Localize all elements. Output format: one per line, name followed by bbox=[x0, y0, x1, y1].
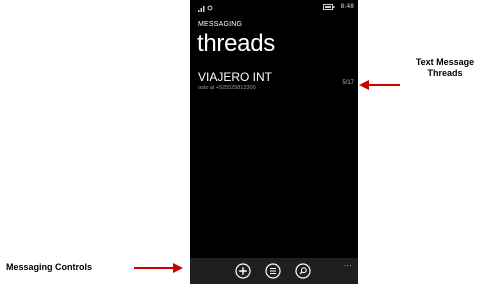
app-bar: ... bbox=[190, 258, 358, 284]
page-title: threads bbox=[197, 30, 275, 57]
callout-messaging-controls: Messaging Controls bbox=[6, 262, 93, 272]
more-button[interactable]: ... bbox=[344, 259, 352, 268]
arrow-left-icon bbox=[359, 80, 400, 90]
thread-name: VIAJERO INT bbox=[198, 70, 273, 84]
app-title: MESSAGING bbox=[198, 21, 243, 28]
arrow-right-icon bbox=[134, 263, 183, 273]
callout-text-message-threads: Text Message Threads bbox=[415, 57, 475, 78]
status-right: 8:48 bbox=[322, 3, 354, 10]
status-bar: 8:48 bbox=[190, 0, 358, 14]
signal-icon bbox=[198, 5, 213, 12]
thread-preview: osto al +525525813300 bbox=[198, 85, 256, 91]
battery-icon bbox=[322, 3, 335, 10]
status-time: 8:48 bbox=[340, 3, 354, 10]
phone-screen: 8:48 MESSAGING threads VIAJERO INT osto … bbox=[190, 0, 358, 284]
thread-date: 5/17 bbox=[342, 80, 354, 86]
thread-item[interactable]: VIAJERO INT osto al +525525813300 5/17 bbox=[198, 70, 354, 100]
list-icon[interactable] bbox=[265, 263, 281, 279]
search-icon[interactable] bbox=[295, 263, 311, 279]
plus-icon[interactable] bbox=[235, 263, 251, 279]
